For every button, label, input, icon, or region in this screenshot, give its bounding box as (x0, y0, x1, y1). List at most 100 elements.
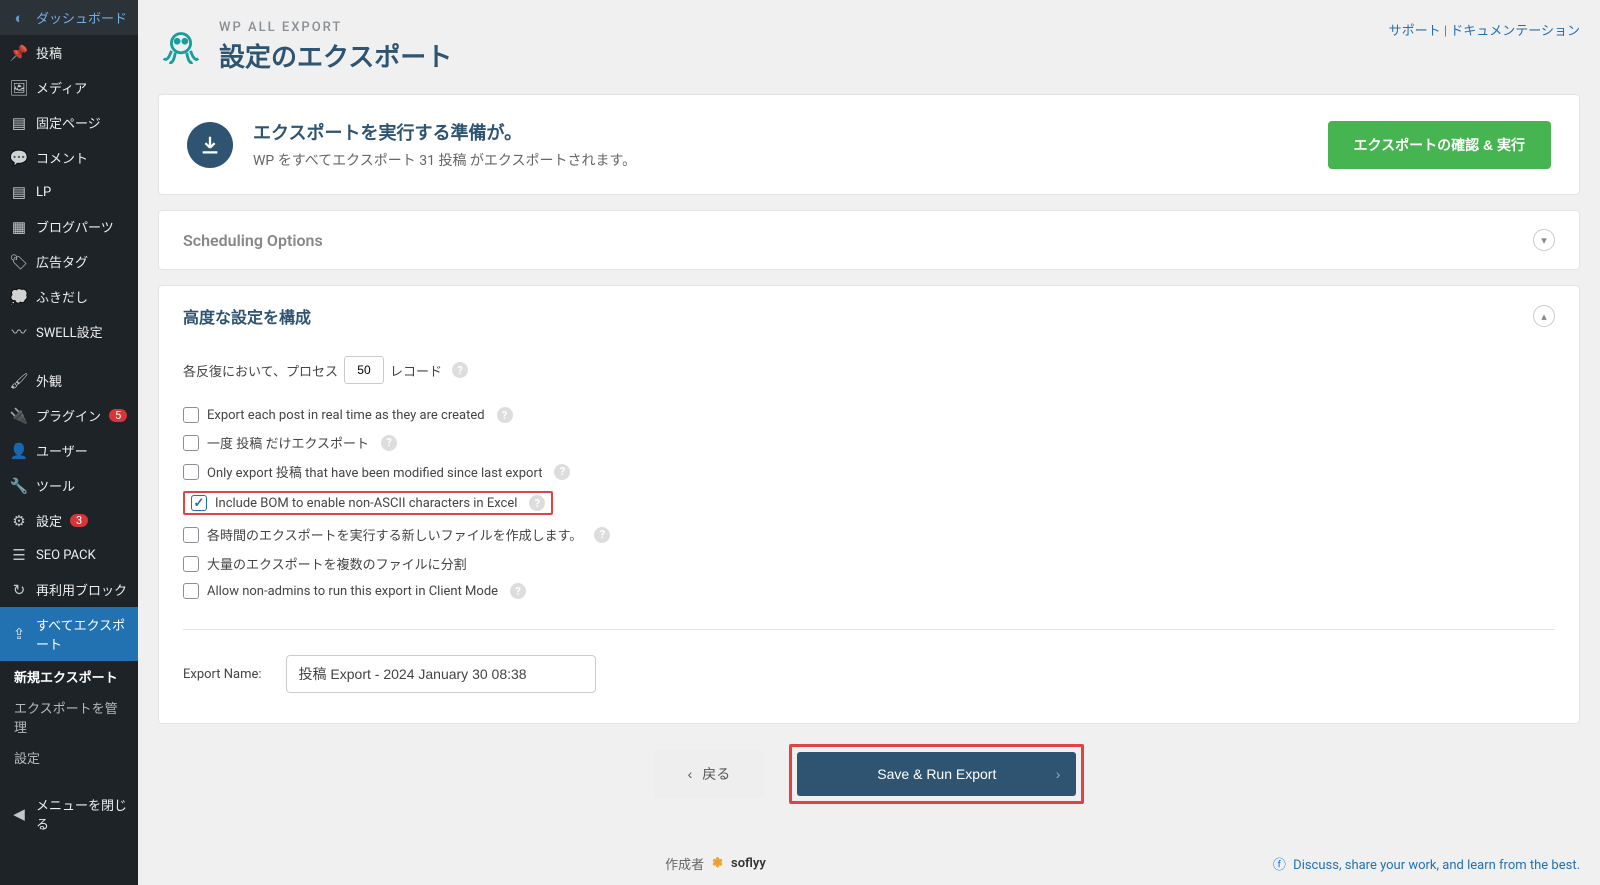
creator-credit: 作成者 ❃ soflyy (665, 854, 766, 873)
brush-icon: 🖌 (10, 372, 28, 390)
advanced-panel-toggle[interactable]: 高度な設定を構成 ▴ (159, 286, 1579, 346)
sidebar-sub-new-export[interactable]: 新規エクスポート (0, 661, 138, 692)
sidebar-sub-settings[interactable]: 設定 (0, 742, 138, 773)
checkbox-label: 各時間のエクスポートを実行する新しいファイルを作成します。 (207, 525, 582, 544)
user-icon: 👤 (10, 442, 28, 460)
tag-icon: 🏷 (10, 253, 28, 271)
page-icon: ▤ (10, 114, 28, 132)
help-icon[interactable]: ? (554, 464, 570, 480)
admin-sidebar: ◐ ダッシュボード 📌投稿 🖼 メディア ▤ 固定ページ 💬コメント ▤ LP ▦ブログ… (0, 0, 138, 885)
sidebar-item-reuseblock[interactable]: ↻再利用ブロック (0, 572, 138, 607)
wpallexport-logo-icon (158, 24, 204, 70)
checkbox-label: Export each post in real time as they ar… (207, 408, 485, 423)
sidebar-item-label: 広告タグ (36, 252, 88, 271)
sidebar-item-label: ツール (36, 476, 75, 495)
help-icon[interactable]: ? (497, 407, 513, 423)
documentation-link[interactable]: ドキュメンテーション (1450, 24, 1580, 39)
modified-only-checkbox[interactable] (183, 464, 199, 480)
export-name-input[interactable] (286, 655, 596, 693)
plugin-icon: 🔌 (10, 407, 28, 425)
back-button[interactable]: ‹ 戻る (654, 750, 765, 798)
sidebar-sub-manage-exports[interactable]: エクスポートを管理 (0, 692, 138, 742)
sidebar-item-comments[interactable]: 💬コメント (0, 140, 138, 175)
help-icon[interactable]: ? (529, 495, 545, 511)
ready-card: エクスポートを実行する準備が。 WP をすべてエクスポート 31 投稿 がエクス… (158, 94, 1580, 195)
advanced-panel: 高度な設定を構成 ▴ 各反復において、プロセス レコード ? Export ea… (158, 285, 1580, 724)
help-icon[interactable]: ? (510, 583, 526, 599)
export-icon: ⇪ (10, 625, 28, 643)
page-icon: ▤ (10, 183, 28, 201)
include-bom-checkbox[interactable] (191, 495, 207, 511)
facebook-icon: ⓕ (1273, 858, 1286, 873)
checkbox-label: Allow non-admins to run this export in C… (207, 584, 498, 599)
only-once-checkbox[interactable] (183, 435, 199, 451)
sidebar-item-label: LP (36, 185, 51, 200)
sidebar-item-label: ブログパーツ (36, 217, 114, 236)
sidebar-item-blogparts[interactable]: ▦ブログパーツ (0, 209, 138, 244)
split-large-export-checkbox[interactable] (183, 556, 199, 572)
allow-non-admin-checkbox[interactable] (183, 583, 199, 599)
update-badge: 3 (70, 514, 88, 527)
page-title: 設定のエクスポート (219, 37, 452, 74)
sidebar-item-posts[interactable]: 📌投稿 (0, 35, 138, 70)
save-run-export-button[interactable]: Save & Run Export › (797, 752, 1076, 796)
sidebar-item-label: メディア (36, 78, 87, 97)
pin-icon: 📌 (10, 44, 28, 62)
dashboard-icon: ◐ (10, 9, 28, 27)
chevron-down-icon: ▾ (1533, 229, 1555, 251)
sidebar-item-label: ユーザー (36, 441, 88, 460)
sidebar-item-label: プラグイン (36, 406, 101, 425)
sidebar-item-label: メニューを閉じる (36, 795, 128, 833)
scheduling-panel-toggle[interactable]: Scheduling Options ▾ (159, 211, 1579, 269)
support-link[interactable]: サポート (1389, 24, 1441, 39)
confirm-run-export-button[interactable]: エクスポートの確認 & 実行 (1328, 121, 1551, 169)
sidebar-item-fukidashi[interactable]: 💭ふきだし (0, 279, 138, 314)
settings-icon: ⚙ (10, 512, 28, 530)
sidebar-item-pages[interactable]: ▤ 固定ページ (0, 105, 138, 140)
export-name-label: Export Name: (183, 667, 262, 682)
help-icon[interactable]: ? (452, 362, 468, 378)
media-icon: 🖼 (10, 79, 28, 97)
comment-icon: 💬 (10, 149, 28, 167)
sidebar-item-adtag[interactable]: 🏷 広告タグ (0, 244, 138, 279)
sidebar-item-plugins[interactable]: 🔌プラグイン5 (0, 398, 138, 433)
sidebar-item-lp[interactable]: ▤ LP (0, 175, 138, 209)
back-button-label: 戻る (702, 764, 730, 784)
sidebar-item-swell[interactable]: 〰SWELL設定 (0, 314, 138, 349)
sidebar-item-appearance[interactable]: 🖌外観 (0, 363, 138, 398)
sidebar-item-label: ダッシュボード (36, 8, 127, 27)
sidebar-collapse[interactable]: ◀ メニューを閉じる (0, 787, 138, 841)
sidebar-item-tools[interactable]: 🔧 ツール (0, 468, 138, 503)
help-icon[interactable]: ? (381, 435, 397, 451)
checkbox-label: 一度 投稿 だけエクスポート (207, 433, 369, 452)
new-file-each-run-checkbox[interactable] (183, 527, 199, 543)
collapse-icon: ◀ (10, 805, 28, 823)
tool-icon: 🔧 (10, 477, 28, 495)
iteration-label-post: レコード (390, 361, 442, 380)
checkbox-label: Include BOM to enable non-ASCII characte… (215, 496, 517, 511)
main-content: WP ALL EXPORT 設定のエクスポート サポート | ドキュメンテーショ… (138, 0, 1600, 885)
discuss-link[interactable]: Discuss, share your work, and learn from… (1293, 858, 1580, 873)
soflyy-logo-icon: ❃ (712, 856, 723, 871)
sidebar-item-label: 固定ページ (36, 113, 101, 132)
seo-icon: ☰ (10, 546, 28, 564)
sidebar-item-label: SEO PACK (36, 548, 96, 563)
sidebar-item-dashboard[interactable]: ◐ ダッシュボード (0, 0, 138, 35)
iteration-label-pre: 各反復において、プロセス (183, 361, 338, 380)
sidebar-item-settings[interactable]: ⚙ 設定 3 (0, 503, 138, 538)
sidebar-item-media[interactable]: 🖼 メディア (0, 70, 138, 105)
save-run-label: Save & Run Export (877, 766, 996, 782)
sidebar-item-seopack[interactable]: ☰ SEO PACK (0, 538, 138, 572)
chevron-left-icon: ‹ (688, 766, 693, 782)
sidebar-item-label: 設定 (36, 511, 62, 530)
records-per-iteration-input[interactable] (344, 356, 384, 384)
header-links: サポート | ドキュメンテーション (1389, 20, 1580, 39)
sidebar-item-users[interactable]: 👤 ユーザー (0, 433, 138, 468)
sidebar-item-allexport[interactable]: ⇪すべてエクスポート (0, 607, 138, 661)
realtime-export-checkbox[interactable] (183, 407, 199, 423)
reuse-icon: ↻ (10, 581, 28, 599)
scheduling-panel: Scheduling Options ▾ (158, 210, 1580, 270)
help-icon[interactable]: ? (594, 527, 610, 543)
download-icon (187, 122, 233, 168)
chevron-right-icon: › (1056, 766, 1061, 782)
